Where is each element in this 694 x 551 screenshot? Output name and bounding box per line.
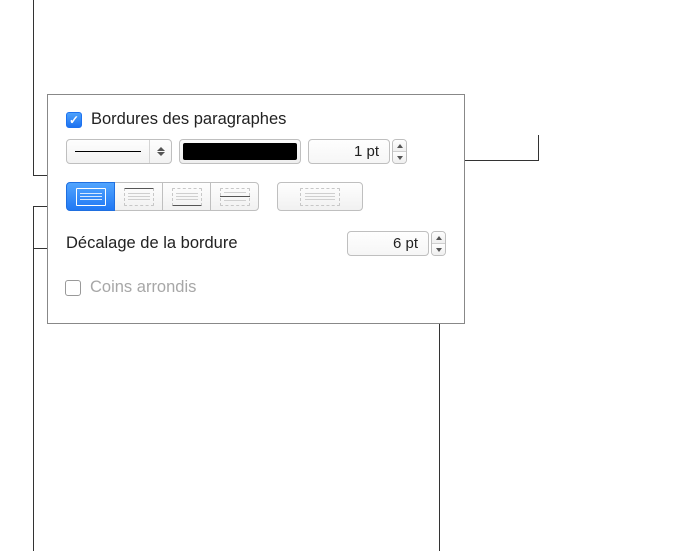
border-offset-field[interactable]: 6 pt [347, 231, 429, 256]
line-width-increment[interactable] [393, 140, 406, 152]
border-position-segmented [66, 182, 259, 211]
line-width-stepper [392, 139, 407, 164]
chevron-updown-icon [149, 140, 171, 163]
paragraph-borders-panel: Bordures des paragraphes 1 pt [47, 94, 465, 324]
border-top-icon [124, 188, 154, 206]
color-swatch [183, 143, 297, 160]
border-between-icon [220, 188, 250, 206]
line-width-decrement[interactable] [393, 152, 406, 163]
border-offset-decrement[interactable] [432, 244, 445, 255]
line-style-select[interactable] [66, 139, 172, 164]
chevron-down-icon [397, 156, 403, 160]
rounded-corners-checkbox[interactable] [65, 280, 81, 296]
chevron-up-icon [436, 236, 442, 240]
border-between-button[interactable] [210, 182, 259, 211]
border-offset-label: Décalage de la bordure [66, 234, 238, 253]
border-offset-increment[interactable] [432, 232, 445, 244]
paragraph-borders-checkbox[interactable] [66, 112, 82, 128]
chevron-down-icon [436, 248, 442, 252]
paragraph-borders-checkbox-row: Bordures des paragraphes [66, 110, 446, 129]
chevron-up-icon [397, 144, 403, 148]
border-none-button[interactable] [277, 182, 363, 211]
line-width-field[interactable]: 1 pt [308, 139, 390, 164]
border-top-button[interactable] [114, 182, 163, 211]
border-all-sides-button[interactable] [66, 182, 115, 211]
border-all-icon [76, 188, 106, 206]
border-color-well[interactable] [179, 139, 301, 164]
border-bottom-icon [172, 188, 202, 206]
border-none-icon [300, 188, 340, 206]
rounded-corners-row: Coins arrondis [65, 278, 446, 297]
rounded-corners-label: Coins arrondis [90, 278, 196, 297]
line-style-preview [67, 140, 149, 163]
paragraph-borders-label: Bordures des paragraphes [91, 110, 286, 129]
border-offset-stepper [431, 231, 446, 256]
border-bottom-button[interactable] [162, 182, 211, 211]
